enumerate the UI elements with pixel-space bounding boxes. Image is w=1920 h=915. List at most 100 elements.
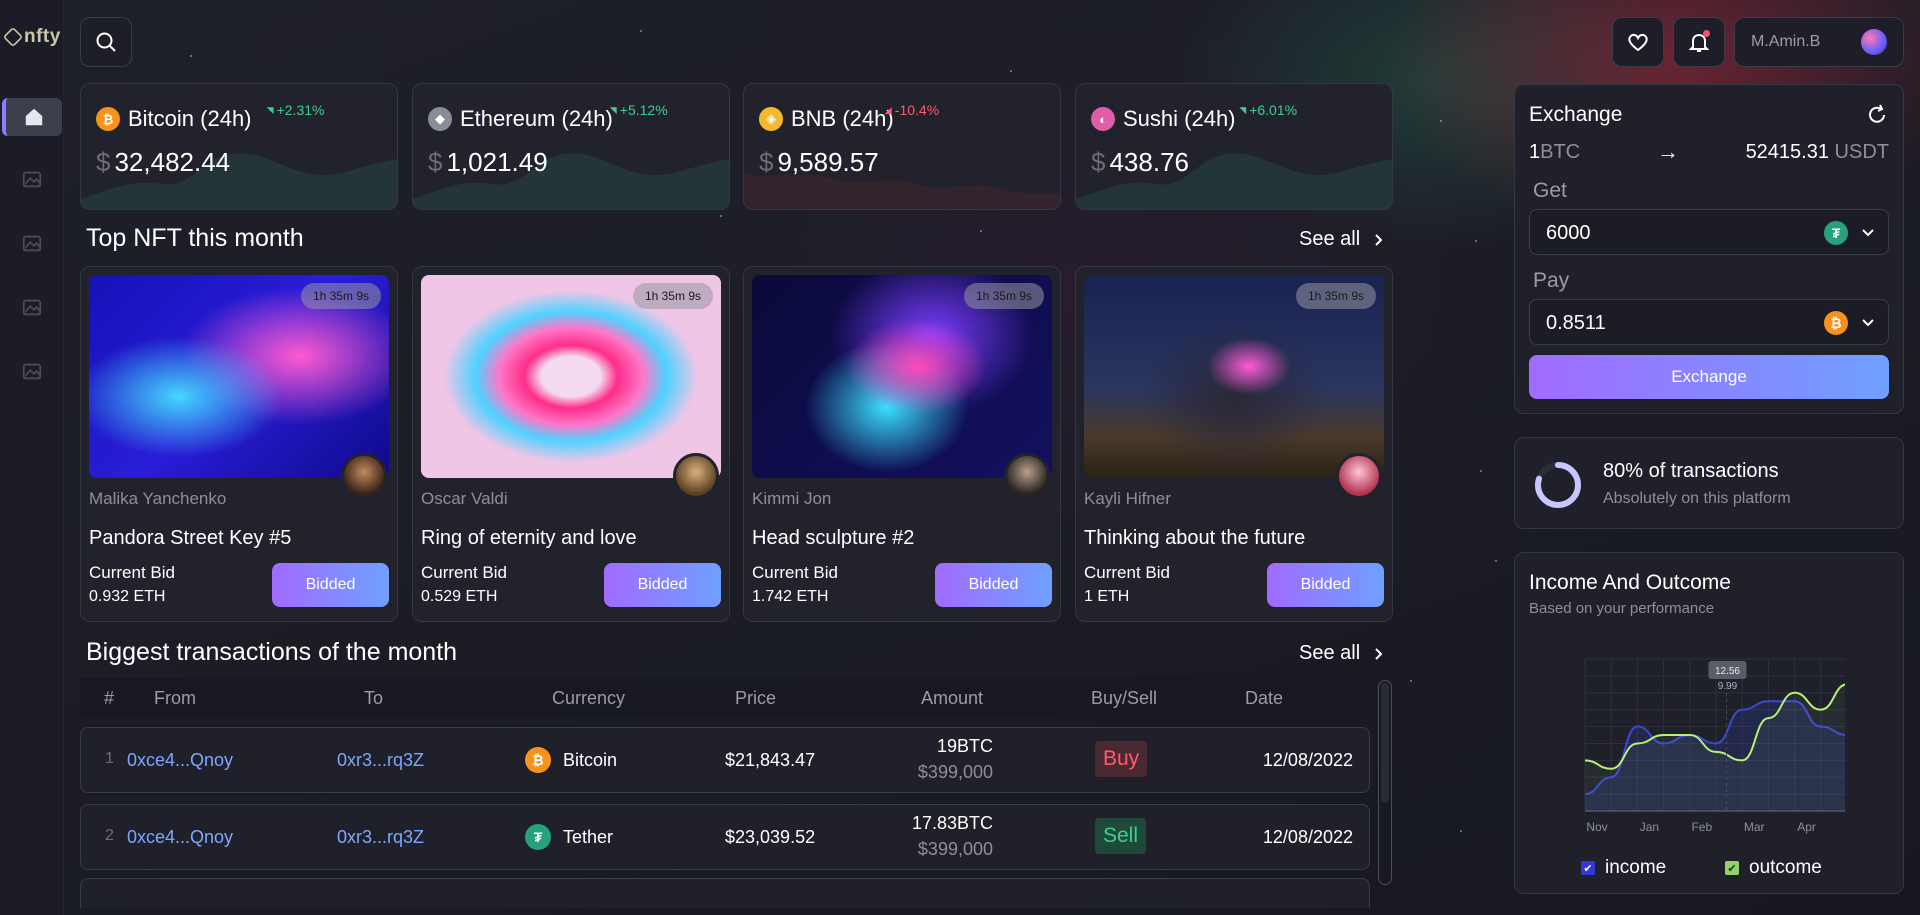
income-chart: Nov Jan Feb Mar Apr 12.56 9.99 (1584, 658, 1845, 834)
price: $21,843.47 (725, 750, 816, 770)
app-logo[interactable]: nfty (2, 26, 61, 48)
side-badge[interactable]: Sell (1095, 818, 1147, 854)
sidebar-item-gallery-2[interactable] (2, 224, 62, 262)
nft-section-title: Top NFT this month (86, 224, 304, 252)
coin-name: BNB (24h) (791, 106, 894, 131)
tx-section-title: Biggest transactions of the month (86, 638, 458, 666)
nft-card[interactable]: 1h 35m 9s Malika Yanchenko Pandora Stree… (80, 266, 398, 622)
chevron-down-icon[interactable] (1860, 224, 1876, 240)
avatar[interactable] (1004, 453, 1050, 499)
table-scrollbar[interactable] (1378, 680, 1392, 885)
pay-field[interactable]: 0.8511 ₿ (1529, 299, 1889, 345)
bid-button[interactable]: Bidded (272, 563, 389, 607)
chevron-down-icon[interactable] (1860, 314, 1876, 330)
nft-title[interactable]: Pandora Street Key #5 (89, 527, 291, 550)
coin-card[interactable]: ₿ Bitcoin (24h) +2.31% $32,482.44 ◥ (80, 83, 398, 210)
get-value: 6000 (1546, 222, 1591, 244)
bid-button[interactable]: Bidded (604, 563, 721, 607)
gallery-icon (22, 299, 42, 316)
bitcoin-icon: ₿ (1824, 311, 1848, 335)
checkbox-icon[interactable]: ✔ (1581, 861, 1595, 875)
legend-outcome-label: outcome (1749, 857, 1822, 878)
income-subtitle: Based on your performance (1529, 600, 1715, 617)
coin-card[interactable]: ◐ Sushi (24h) +6.01% $438.76 ◥ (1075, 83, 1393, 210)
nft-image[interactable]: 1h 35m 9s (89, 275, 389, 478)
row-number: 2 (105, 827, 114, 844)
notifications-button[interactable] (1673, 17, 1725, 67)
checkbox-icon[interactable]: ✔ (1725, 861, 1739, 875)
nft-artist[interactable]: Malika Yanchenko (89, 489, 226, 509)
avatar[interactable] (341, 453, 387, 499)
legend-income[interactable]: ✔ income (1581, 857, 1666, 879)
bid-button[interactable]: Bidded (935, 563, 1052, 607)
row-number: 1 (105, 750, 114, 767)
star (1460, 830, 1462, 832)
rate-from: 1BTC (1529, 141, 1580, 164)
column-header: Buy/Sell (1091, 688, 1158, 708)
refresh-icon[interactable] (1865, 103, 1889, 127)
to-address-link[interactable]: 0xr3...rq3Z (337, 827, 424, 848)
nft-see-all-link[interactable]: See all (1299, 228, 1384, 251)
gallery-icon (22, 171, 42, 188)
nft-card[interactable]: 1h 35m 9s Kayli Hifner Thinking about th… (1075, 266, 1393, 622)
legend-outcome[interactable]: ✔ outcome (1725, 857, 1822, 879)
nft-title[interactable]: Ring of eternity and love (421, 527, 637, 550)
nft-card[interactable]: 1h 35m 9s Kimmi Jon Head sculpture #2 Cu… (743, 266, 1061, 622)
nft-artist[interactable]: Oscar Valdi (421, 489, 508, 509)
stat-title: 80% of transactions (1603, 460, 1779, 482)
currency-name: Tether (563, 827, 614, 847)
search-button[interactable] (80, 17, 132, 67)
tx-see-all-link[interactable]: See all (1299, 642, 1384, 665)
get-field[interactable]: 6000 ₮ (1529, 209, 1889, 255)
table-row[interactable] (80, 878, 1370, 908)
bid-button[interactable]: Bidded (1267, 563, 1384, 607)
coin-name: Sushi (24h) (1123, 106, 1236, 131)
progress-ring (1535, 462, 1581, 508)
star (1480, 470, 1482, 472)
nft-title[interactable]: Head sculpture #2 (752, 527, 914, 550)
favorites-button[interactable] (1612, 17, 1664, 67)
sidebar-item-gallery-4[interactable] (2, 352, 62, 390)
user-menu[interactable]: M.Amin.B (1734, 17, 1904, 67)
coin-header: ₿ Bitcoin (24h) (96, 106, 252, 132)
side-badge[interactable]: Buy (1095, 741, 1148, 777)
pay-value: 0.8511 (1546, 312, 1606, 334)
table-row[interactable]: 2 0xce4...Qnoy 0xr3...rq3Z ₮ Tether $23,… (80, 804, 1370, 870)
avatar[interactable] (673, 453, 719, 499)
arrow-right-icon: → (1657, 139, 1679, 164)
scrollbar-thumb[interactable] (1381, 683, 1389, 803)
column-header: Currency (552, 688, 626, 708)
transactions-stat-panel: 80% of transactions Absolutely on this p… (1514, 437, 1904, 529)
currency-symbol: $ (759, 147, 774, 177)
nft-image[interactable]: 1h 35m 9s (752, 275, 1052, 478)
column-header: Date (1245, 688, 1284, 708)
table-row[interactable]: 1 0xce4...Qnoy 0xr3...rq3Z ₿ Bitcoin $21… (80, 727, 1370, 793)
income-title: Income And Outcome (1529, 571, 1731, 594)
nft-card[interactable]: 1h 35m 9s Oscar Valdi Ring of eternity a… (412, 266, 730, 622)
to-address-link[interactable]: 0xr3...rq3Z (337, 750, 424, 771)
logo-icon (2, 26, 24, 48)
coin-price-value: 438.76 (1109, 147, 1189, 177)
nft-artist[interactable]: Kayli Hifner (1084, 489, 1171, 509)
coin-name: Bitcoin (24h) (128, 106, 252, 131)
sidebar-item-gallery-1[interactable] (2, 160, 62, 198)
exchange-panel: Exchange 1BTC → 52415.31 USDT Get 6000 ₮… (1514, 84, 1904, 414)
coin-icon: ◆ (428, 107, 452, 131)
coin-card[interactable]: ◆ Ethereum (24h) +5.12% $1,021.49 ◥ (412, 83, 730, 210)
sidebar-item-home[interactable] (2, 98, 62, 136)
nft-image[interactable]: 1h 35m 9s (1084, 275, 1384, 478)
sidebar-item-gallery-3[interactable] (2, 288, 62, 326)
nft-artist[interactable]: Kimmi Jon (752, 489, 831, 509)
from-address-link[interactable]: 0xce4...Qnoy (127, 750, 233, 771)
nft-image[interactable]: 1h 35m 9s (421, 275, 721, 478)
exchange-button[interactable]: Exchange (1529, 355, 1889, 399)
logo-text: nfty (24, 26, 61, 47)
amount: 19BTC (936, 736, 993, 756)
avatar[interactable] (1336, 453, 1382, 499)
column-header: From (154, 688, 196, 708)
nft-title[interactable]: Thinking about the future (1084, 527, 1305, 550)
from-address-link[interactable]: 0xce4...Qnoy (127, 827, 233, 848)
bid-label: Current Bid (89, 563, 175, 582)
bid-label: Current Bid (421, 563, 507, 582)
coin-card[interactable]: ◈ BNB (24h) -10.4% $9,589.57 ◢ (743, 83, 1061, 210)
